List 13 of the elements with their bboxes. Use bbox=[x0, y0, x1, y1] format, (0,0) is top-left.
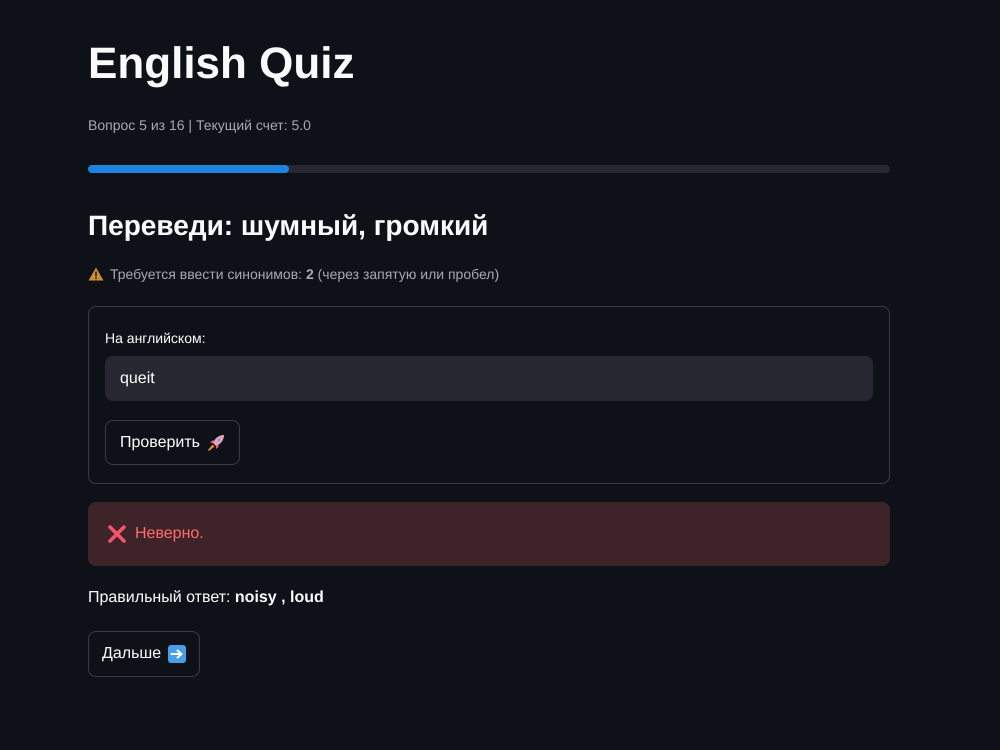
rocket-icon bbox=[207, 434, 226, 452]
alert-message: Неверно. bbox=[135, 524, 204, 544]
question-heading: Переведи: шумный, громкий bbox=[88, 209, 488, 243]
cross-mark-icon bbox=[108, 525, 126, 543]
hint-caption: Требуется ввести синонимов: 2 (через запятую или пробел) bbox=[110, 265, 500, 284]
status-caption: Вопрос 5 из 16 | Текущий счет: 5.0 bbox=[88, 116, 311, 135]
page-title: English Quiz bbox=[88, 38, 354, 90]
text-input[interactable]: queit bbox=[105, 356, 873, 401]
next-button[interactable]: Дальше bbox=[88, 631, 200, 677]
warning-icon bbox=[88, 267, 104, 281]
field-label: На английском: bbox=[105, 329, 206, 348]
correct-answer-text: Правильный ответ: noisy , loud bbox=[88, 588, 324, 608]
check-button[interactable]: Проверить bbox=[105, 420, 240, 465]
